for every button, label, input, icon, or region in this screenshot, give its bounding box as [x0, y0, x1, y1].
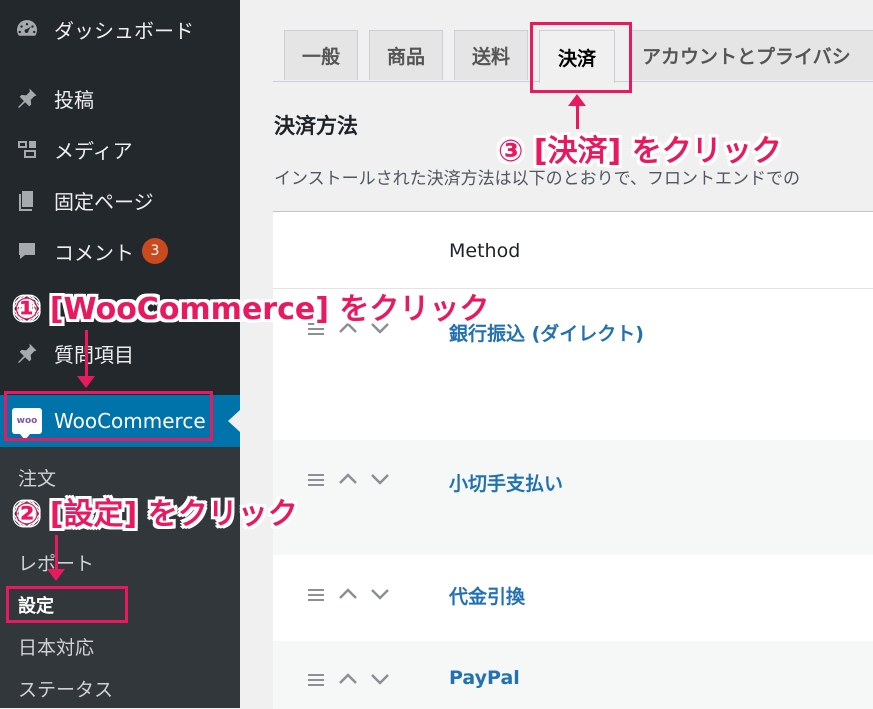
arrow-step1-head [77, 376, 95, 388]
annotation-step2: ② [設定] をクリック [14, 497, 298, 532]
arrow-step1-line [85, 330, 88, 378]
payment-method-link[interactable]: 小切手支払い [449, 469, 563, 496]
sidebar-item-label: コメント [54, 240, 134, 265]
table-row: 代金引換 [273, 555, 873, 641]
move-down-icon[interactable] [369, 468, 391, 490]
sidebar-item-pages[interactable]: 固定ページ [0, 180, 240, 220]
sidebar-item-label: ダッシュボード [54, 18, 194, 43]
submenu-item-orders[interactable]: 注文 [18, 464, 56, 491]
submenu-item-japan[interactable]: 日本対応 [18, 633, 94, 660]
sidebar-item-label: 投稿 [54, 87, 94, 112]
submenu-item-status[interactable]: ステータス [18, 675, 113, 702]
arrow-step2-head [47, 569, 65, 581]
sidebar-item-dashboard[interactable]: ダッシュボード [0, 9, 240, 49]
sidebar-item-posts[interactable]: 投稿 [0, 78, 240, 118]
tab-shipping[interactable]: 送料 [454, 30, 528, 80]
sidebar-item-label: 質問項目 [54, 342, 134, 367]
tab-general[interactable]: 一般 [284, 30, 358, 80]
annotation-step1: ① [WooCommerce] をクリック [14, 292, 490, 327]
sidebar-item-label: 固定ページ [54, 189, 154, 214]
drag-handle-icon[interactable] [305, 468, 327, 490]
sidebar-item-label: メディア [54, 138, 133, 163]
current-menu-arrow [228, 410, 240, 432]
sidebar-item-media[interactable]: メディア [0, 129, 240, 169]
move-up-icon[interactable] [337, 668, 359, 690]
payment-method-link[interactable]: PayPal [449, 667, 520, 689]
drag-handle-icon[interactable] [305, 668, 327, 690]
annotation-step3: ③ [決済] をクリック [498, 134, 782, 169]
page-icon [14, 187, 40, 213]
tab-accounts-privacy[interactable]: アカウントとプライバシ [629, 30, 873, 80]
page-title: 決済方法 [274, 114, 358, 138]
media-icon [14, 136, 40, 162]
arrow-step3-line [576, 105, 579, 129]
move-down-icon[interactable] [369, 583, 391, 605]
pin-icon [14, 340, 40, 366]
table-header: Method [273, 212, 873, 289]
drag-handle-icon[interactable] [305, 583, 327, 605]
dashboard-icon [14, 16, 40, 42]
move-down-icon[interactable] [369, 668, 391, 690]
pin-icon [14, 85, 40, 111]
sidebar-item-comments[interactable]: コメント 3 [0, 231, 240, 271]
arrow-step2-line [55, 535, 58, 571]
column-header-method: Method [449, 240, 521, 262]
tab-products[interactable]: 商品 [369, 30, 443, 80]
move-up-icon[interactable] [337, 468, 359, 490]
table-row: 小切手支払い [273, 440, 873, 555]
payment-method-link[interactable]: 代金引換 [449, 582, 525, 609]
highlight-payments-tab [530, 22, 632, 93]
sidebar-item-questions[interactable]: 質問項目 [0, 333, 240, 373]
highlight-woocommerce [4, 391, 213, 441]
move-up-icon[interactable] [337, 583, 359, 605]
highlight-settings [6, 586, 128, 623]
comment-icon [14, 238, 40, 264]
comment-count-badge: 3 [142, 238, 168, 264]
table-row: PayPal [273, 641, 873, 709]
